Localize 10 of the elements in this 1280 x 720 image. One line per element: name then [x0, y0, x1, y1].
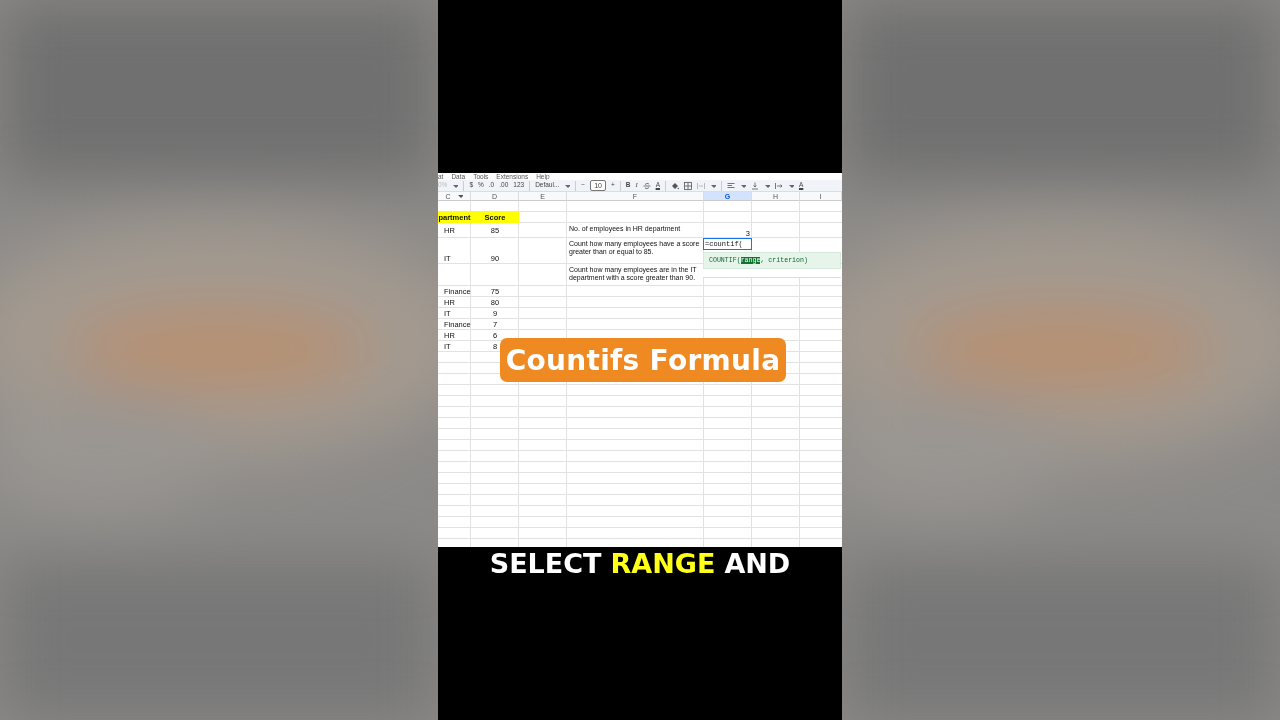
paint-bucket-icon[interactable] [670, 181, 679, 190]
align-left-icon[interactable] [726, 181, 735, 190]
merge-cells-icon[interactable] [696, 181, 705, 190]
borders-icon[interactable] [683, 181, 692, 190]
title-badge: Countifs Formula [500, 338, 786, 382]
caption-word: AND [724, 548, 791, 580]
wrap-text-icon[interactable] [774, 181, 783, 190]
strikethrough-icon[interactable] [642, 181, 651, 190]
caption-word: SELECT [489, 548, 602, 580]
caption-word: RANGE [610, 548, 716, 580]
